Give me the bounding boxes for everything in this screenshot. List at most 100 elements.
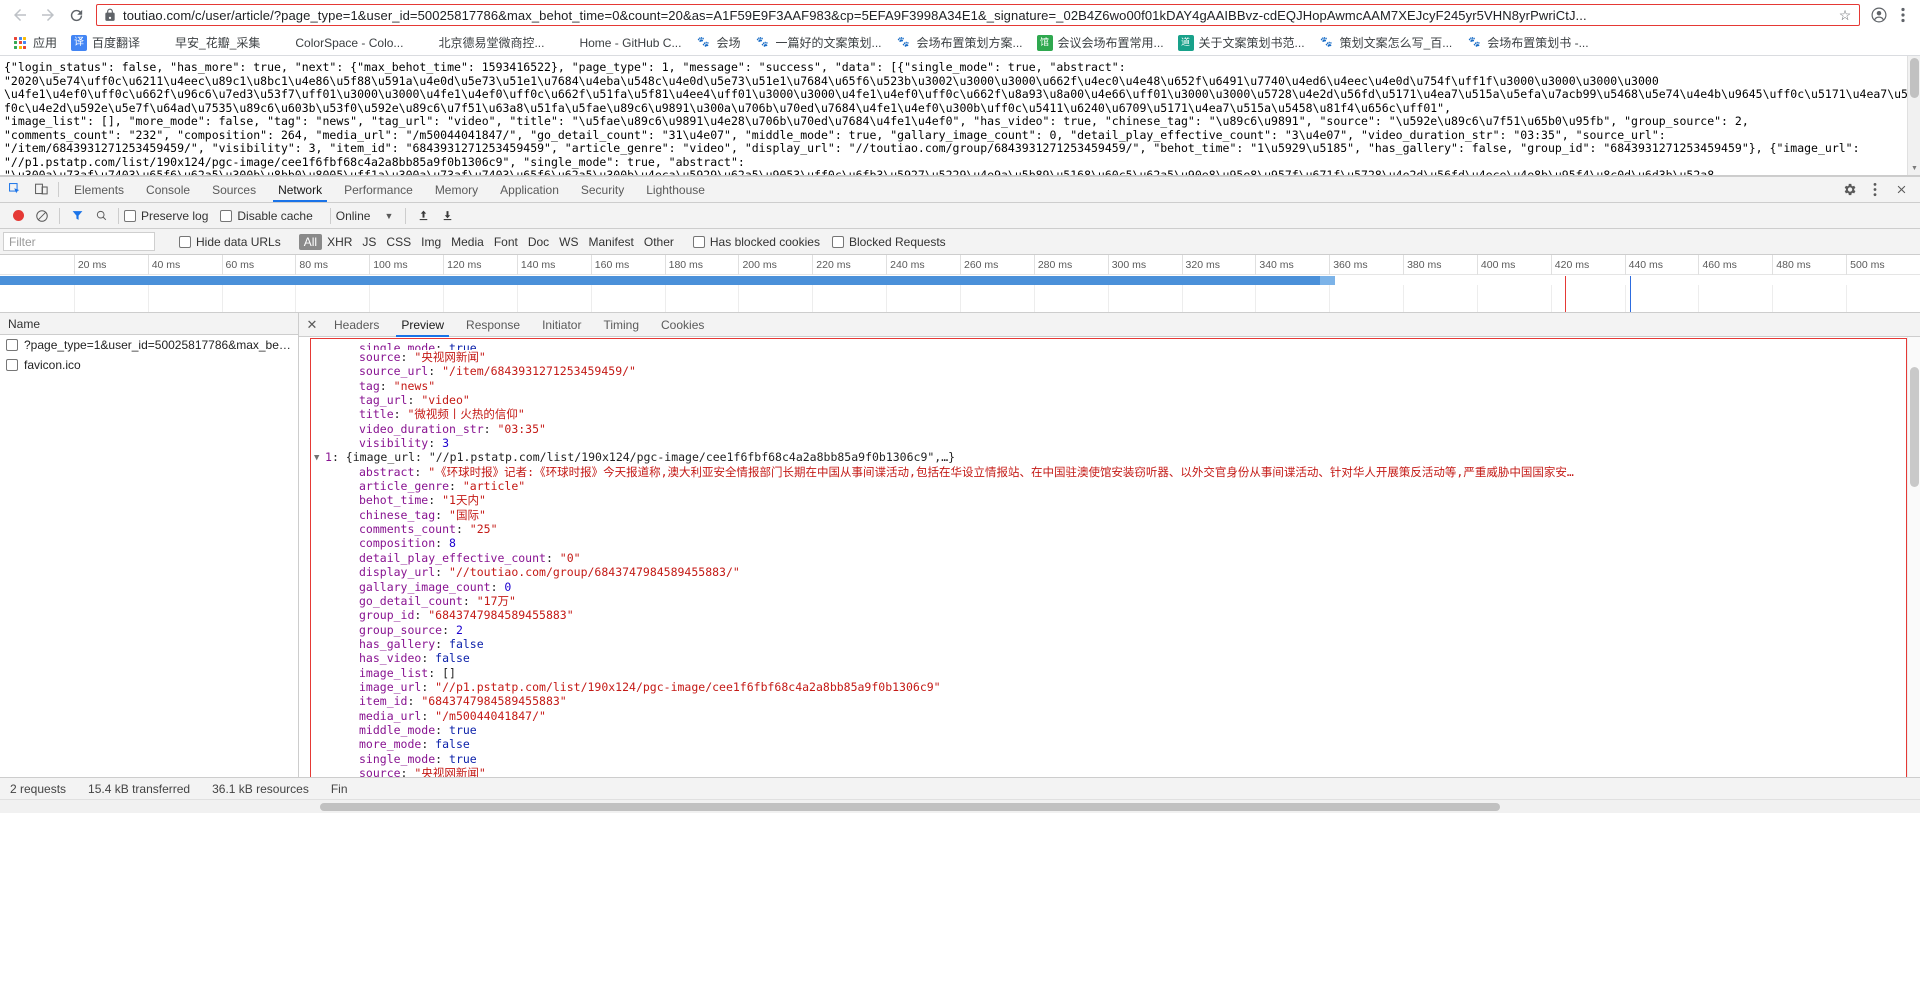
url-text[interactable]: toutiao.com/c/user/article/?page_type=1&… (123, 8, 1835, 23)
bookmark-item[interactable]: 馆会议会场布置常用... (1031, 32, 1170, 54)
bookmark-item[interactable]: 🐾 一篇好的文案策划... (749, 32, 888, 54)
devtools-tab-memory[interactable]: Memory (424, 177, 489, 202)
preview-line[interactable]: detail_play_effective_count: "0" (315, 551, 1920, 565)
bookmark-star-icon[interactable]: ☆ (1835, 7, 1855, 24)
preview-line[interactable]: ▼ 1: {image_url: "//p1.pstatp.com/list/19… (314, 450, 1920, 465)
preview-line[interactable]: group_source: 2 (315, 623, 1920, 637)
preview-line[interactable]: has_video: false (315, 651, 1920, 665)
chrome-menu-button[interactable] (1892, 2, 1914, 28)
page-scrollbar-thumb[interactable] (1910, 58, 1919, 98)
resource-filter-doc[interactable]: Doc (523, 235, 554, 249)
page-scrollbar[interactable]: ▲ ▼ (1907, 56, 1920, 175)
preview-line[interactable]: source: "央视网新闻" (315, 350, 1920, 364)
bookmark-item[interactable]: ✦ ColorSpace - Colo... (268, 32, 409, 54)
response-preview[interactable]: single_mode: true source: "央视网新闻" source_u… (299, 337, 1920, 777)
hide-data-urls-checkbox[interactable]: Hide data URLs (179, 235, 281, 249)
detail-close-button[interactable]: ✕ (301, 317, 323, 333)
address-bar[interactable]: toutiao.com/c/user/article/?page_type=1&… (96, 4, 1860, 26)
request-row-checkbox[interactable] (6, 359, 18, 371)
detail-tab-cookies[interactable]: Cookies (650, 313, 715, 337)
resource-filter-js[interactable]: JS (357, 235, 381, 249)
devtools-settings-button[interactable] (1836, 182, 1862, 197)
request-row[interactable]: ?page_type=1&user_id=50025817786&max_beh… (0, 335, 298, 355)
detail-tab-response[interactable]: Response (455, 313, 531, 337)
disclosure-triangle-icon[interactable]: ▼ (314, 451, 323, 465)
devtools-tab-performance[interactable]: Performance (333, 177, 424, 202)
resource-filter-ws[interactable]: WS (554, 235, 583, 249)
preview-line[interactable]: tag_url: "video" (315, 393, 1920, 407)
bookmark-item[interactable]: ❤ 早安_花瓣_采集 (148, 32, 266, 54)
preview-line[interactable]: tag: "news" (315, 379, 1920, 393)
record-button[interactable] (6, 210, 30, 221)
detail-tab-headers[interactable]: Headers (323, 313, 390, 337)
resource-filter-css[interactable]: CSS (381, 235, 416, 249)
forward-button[interactable] (34, 1, 62, 29)
preview-line[interactable]: article_genre: "article" (315, 479, 1920, 493)
blocked-requests-checkbox[interactable]: Blocked Requests (831, 235, 946, 249)
preview-line[interactable]: more_mode: false (315, 737, 1920, 751)
preview-line[interactable]: middle_mode: true (315, 723, 1920, 737)
detail-tab-timing[interactable]: Timing (592, 313, 650, 337)
clear-button[interactable] (30, 209, 54, 223)
import-har-button[interactable] (411, 209, 435, 222)
preview-line[interactable]: title: "微视频丨火热的信仰" (315, 407, 1920, 421)
preview-line[interactable]: item_id: "6843747984589455883" (315, 694, 1920, 708)
resource-filter-img[interactable]: Img (416, 235, 446, 249)
preview-line[interactable]: visibility: 3 (315, 436, 1920, 450)
bookmark-item[interactable]: 应用 (6, 32, 63, 54)
scroll-down-arrow-icon[interactable]: ▼ (1908, 163, 1920, 175)
preserve-log-checkbox[interactable]: Preserve log (124, 209, 208, 223)
request-row-checkbox[interactable] (6, 339, 18, 351)
profile-avatar-button[interactable] (1866, 2, 1892, 28)
preview-scrollbar[interactable] (1907, 337, 1920, 777)
bookmark-item[interactable]: ◐ 北京德易堂微商控... (411, 32, 550, 54)
bookmark-item[interactable]: 🐾 会场布置策划书 -... (1460, 32, 1594, 54)
preview-line[interactable]: abstract: "《环球时报》记者:《环球时报》今天报道称,澳大利亚安全情报… (315, 465, 1920, 479)
device-toolbar-button[interactable] (28, 177, 54, 202)
bookmark-item[interactable]: 译百度翻译 (65, 32, 146, 54)
devtools-tab-sources[interactable]: Sources (201, 177, 267, 202)
devtools-more-button[interactable] (1862, 182, 1888, 197)
disable-cache-checkbox[interactable]: Disable cache (220, 209, 313, 223)
preview-line[interactable]: has_gallery: false (315, 637, 1920, 651)
resource-filter-all[interactable]: All (298, 233, 323, 250)
resource-filter-media[interactable]: Media (446, 235, 489, 249)
horizontal-scrollbar[interactable] (0, 799, 1920, 813)
preview-line[interactable]: video_duration_str: "03:35" (315, 422, 1920, 436)
detail-tab-initiator[interactable]: Initiator (531, 313, 592, 337)
devtools-tab-security[interactable]: Security (570, 177, 635, 202)
devtools-tab-application[interactable]: Application (489, 177, 570, 202)
bookmark-item[interactable]: 道关于文案策划书范... (1172, 32, 1311, 54)
resource-filter-other[interactable]: Other (639, 235, 679, 249)
preview-line[interactable]: media_url: "/m50044041847/" (315, 709, 1920, 723)
preview-line[interactable]: chinese_tag: "国际" (315, 508, 1920, 522)
bookmark-item[interactable]: 🐾 会场布置策划方案... (890, 32, 1029, 54)
resource-filter-xhr[interactable]: XHR (322, 235, 357, 249)
has-blocked-cookies-checkbox[interactable]: Has blocked cookies (692, 235, 820, 249)
filter-toggle-button[interactable] (65, 209, 89, 222)
preview-line[interactable]: source_url: "/item/6843931271253459459/" (315, 364, 1920, 378)
preview-line[interactable]: display_url: "//toutiao.com/group/684374… (315, 565, 1920, 579)
detail-tab-preview[interactable]: Preview (390, 313, 455, 337)
throttling-select[interactable]: Online ▼ (336, 209, 394, 223)
search-button[interactable] (89, 209, 113, 222)
resource-filter-font[interactable]: Font (489, 235, 523, 249)
devtools-tab-elements[interactable]: Elements (63, 177, 135, 202)
resource-filter-manifest[interactable]: Manifest (584, 235, 639, 249)
preview-line[interactable]: single_mode: true (315, 341, 1920, 350)
preview-line[interactable]: group_id: "6843747984589455883" (315, 608, 1920, 622)
preview-line[interactable]: image_list: [] (315, 666, 1920, 680)
preview-line[interactable]: go_detail_count: "17万" (315, 594, 1920, 608)
preview-scrollbar-thumb[interactable] (1910, 367, 1919, 487)
back-button[interactable] (6, 1, 34, 29)
bookmark-item[interactable]: ◉ Home - GitHub C... (552, 32, 687, 54)
preview-line[interactable]: gallary_image_count: 0 (315, 580, 1920, 594)
preview-line[interactable]: single_mode: true (315, 752, 1920, 766)
export-har-button[interactable] (435, 209, 459, 222)
devtools-tab-network[interactable]: Network (267, 177, 333, 202)
reload-button[interactable] (62, 1, 90, 29)
preview-line[interactable]: composition: 8 (315, 536, 1920, 550)
preview-line[interactable]: behot_time: "1天内" (315, 493, 1920, 507)
preview-line[interactable]: image_url: "//p1.pstatp.com/list/190x124… (315, 680, 1920, 694)
inspect-element-button[interactable] (2, 177, 28, 202)
